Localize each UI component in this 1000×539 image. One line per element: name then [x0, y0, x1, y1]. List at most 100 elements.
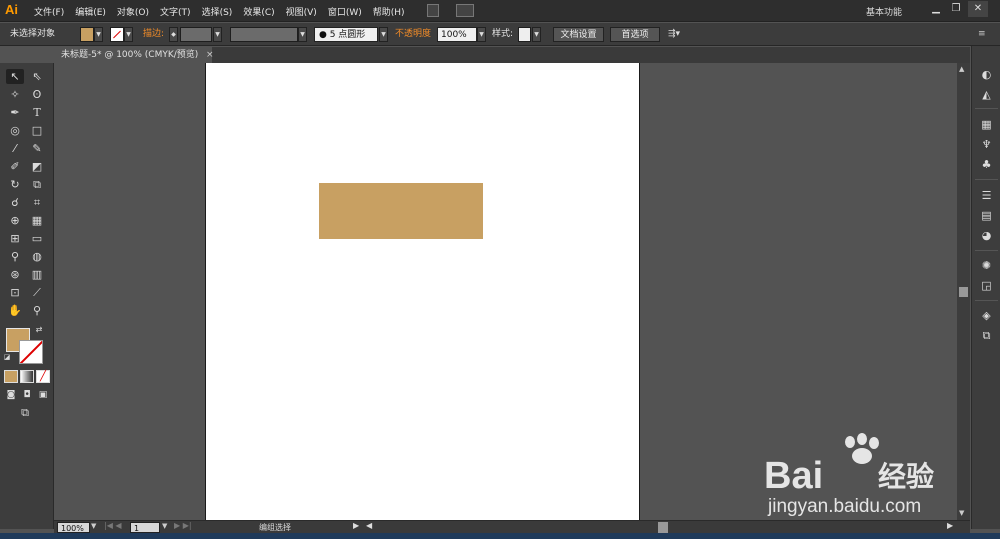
- horizontal-scroll-thumb[interactable]: [658, 522, 668, 533]
- zoom-tool-icon[interactable]: ⚲: [28, 303, 46, 318]
- restore-icon[interactable]: ❐: [946, 1, 966, 17]
- opacity-field[interactable]: 100%: [437, 27, 477, 42]
- color-guide-panel-icon[interactable]: ◭: [979, 87, 994, 102]
- scroll-down-icon[interactable]: ▼: [959, 509, 964, 517]
- menu-select[interactable]: 选择(S): [202, 5, 233, 18]
- stroke-label[interactable]: 描边:: [143, 27, 164, 42]
- close-icon[interactable]: ✕: [968, 1, 988, 17]
- opacity-dropdown-icon[interactable]: ▼: [477, 27, 486, 42]
- tab-close-icon[interactable]: ×: [206, 47, 214, 63]
- zoom-dropdown-icon[interactable]: ▼: [91, 522, 96, 530]
- color-panel-icon[interactable]: ◐: [979, 67, 994, 82]
- scroll-up-icon[interactable]: ▲: [959, 65, 964, 73]
- hand-tool-icon[interactable]: ✋: [6, 303, 24, 318]
- slice-tool-icon[interactable]: ⟋: [28, 285, 46, 300]
- pencil-tool-icon[interactable]: ✎: [28, 141, 46, 156]
- profile-dropdown-icon[interactable]: ▼: [298, 27, 307, 42]
- menu-file[interactable]: 文件(F): [34, 5, 64, 18]
- brush-dropdown-icon[interactable]: ▼: [379, 27, 388, 42]
- layers-panel-icon[interactable]: ◈: [979, 308, 994, 323]
- workspace-switcher[interactable]: 基本功能: [866, 5, 902, 18]
- menu-edit[interactable]: 编辑(E): [75, 5, 106, 18]
- draw-behind-icon[interactable]: ◘: [20, 388, 34, 401]
- vertical-scroll-thumb[interactable]: [959, 287, 968, 297]
- first-artboard-icon[interactable]: |◀ ◀: [104, 521, 122, 530]
- panel-menu-icon[interactable]: ≡: [978, 27, 992, 42]
- rectangle-tool-icon[interactable]: □: [28, 123, 46, 138]
- pasteboard[interactable]: [54, 63, 970, 520]
- vertical-scrollbar[interactable]: ▲ ▼: [957, 63, 970, 520]
- default-fill-stroke-icon[interactable]: ◪: [2, 352, 12, 362]
- opacity-label[interactable]: 不透明度: [395, 27, 431, 42]
- stroke-dropdown-icon[interactable]: ▼: [124, 27, 133, 42]
- blob-brush-tool-icon[interactable]: ✐: [6, 159, 24, 174]
- scroll-right-icon[interactable]: ▶: [947, 521, 953, 530]
- gradient-mode-icon[interactable]: [20, 370, 34, 383]
- gradient-tool-icon[interactable]: ▭: [28, 231, 46, 246]
- menu-object[interactable]: 对象(O): [117, 5, 149, 18]
- magic-wand-tool-icon[interactable]: ✧: [6, 87, 24, 102]
- preferences-button[interactable]: 首选项: [610, 27, 660, 42]
- menu-effect[interactable]: 效果(C): [243, 5, 274, 18]
- stroke-swatch[interactable]: [19, 340, 43, 364]
- artboard-tool-icon[interactable]: ⊡: [6, 285, 24, 300]
- rectangle-shape[interactable]: [319, 183, 483, 239]
- align-options-icon[interactable]: ⇶▾: [668, 27, 690, 42]
- symbols-panel-icon[interactable]: ♣: [979, 157, 994, 172]
- bridge-icon[interactable]: [427, 4, 439, 17]
- stroke-weight-field[interactable]: [180, 27, 212, 42]
- document-setup-button[interactable]: 文档设置: [553, 27, 604, 42]
- scroll-left-icon[interactable]: ◀: [366, 521, 372, 530]
- lasso-tool-icon[interactable]: ʘ: [28, 87, 46, 102]
- minimize-icon[interactable]: ▁: [926, 1, 946, 17]
- stroke-color-swatch[interactable]: [110, 27, 124, 42]
- blend-tool-icon[interactable]: ◍: [28, 249, 46, 264]
- document-tab[interactable]: 未标题-5* @ 100% (CMYK/预览): [54, 47, 212, 63]
- none-mode-icon[interactable]: ╱: [36, 370, 50, 383]
- transparency-panel-icon[interactable]: ◕: [979, 228, 994, 243]
- swatches-panel-icon[interactable]: ▦: [979, 117, 994, 132]
- scale-tool-icon[interactable]: ⧉: [28, 177, 46, 192]
- gradient-panel-icon[interactable]: ▤: [979, 208, 994, 223]
- artboard-dropdown-icon[interactable]: ▼: [162, 522, 167, 530]
- eyedropper-tool-icon[interactable]: ⚲: [6, 249, 24, 264]
- direct-selection-tool-icon[interactable]: ⇖: [28, 69, 46, 84]
- shape-builder-tool-icon[interactable]: ⊕: [6, 213, 24, 228]
- draw-inside-icon[interactable]: ▣: [36, 388, 50, 401]
- stroke-weight-dropdown-icon[interactable]: ▼: [213, 27, 222, 42]
- graphic-styles-panel-icon[interactable]: ◲: [979, 278, 994, 293]
- brushes-panel-icon[interactable]: ♆: [979, 137, 994, 152]
- variable-width-profile[interactable]: [230, 27, 298, 42]
- mesh-tool-icon[interactable]: ⊞: [6, 231, 24, 246]
- fill-dropdown-icon[interactable]: ▼: [94, 27, 103, 42]
- artboards-panel-icon[interactable]: ⧉: [979, 328, 994, 343]
- screen-mode-icon[interactable]: ⧉: [16, 405, 34, 420]
- perspective-grid-tool-icon[interactable]: ▦: [28, 213, 46, 228]
- symbol-sprayer-tool-icon[interactable]: ⊛: [6, 267, 24, 282]
- menu-window[interactable]: 窗口(W): [328, 5, 362, 18]
- stroke-panel-icon[interactable]: ☰: [979, 188, 994, 203]
- menu-type[interactable]: 文字(T): [160, 5, 191, 18]
- spiral-tool-icon[interactable]: ◎: [6, 123, 24, 138]
- zoom-field[interactable]: 100%: [57, 522, 90, 533]
- swap-fill-stroke-icon[interactable]: ⇄: [30, 322, 48, 337]
- pen-tool-icon[interactable]: ✒: [6, 105, 24, 120]
- color-mode-icon[interactable]: [4, 370, 18, 383]
- eraser-tool-icon[interactable]: ◩: [28, 159, 46, 174]
- next-artboard-icon[interactable]: ▶ ▶|: [174, 521, 192, 530]
- stroke-weight-stepper[interactable]: ◆: [169, 27, 178, 42]
- graphic-style-swatch[interactable]: [518, 27, 531, 42]
- menu-help[interactable]: 帮助(H): [373, 5, 405, 18]
- warp-tool-icon[interactable]: ☌: [6, 195, 24, 210]
- status-menu-icon[interactable]: ▶: [353, 521, 359, 530]
- free-transform-tool-icon[interactable]: ⌗: [28, 195, 46, 210]
- artboard[interactable]: [205, 63, 640, 520]
- style-dropdown-icon[interactable]: ▼: [532, 27, 541, 42]
- appearance-panel-icon[interactable]: ✺: [979, 258, 994, 273]
- type-tool-icon[interactable]: T: [28, 105, 46, 120]
- column-graph-tool-icon[interactable]: ▥: [28, 267, 46, 282]
- rotate-tool-icon[interactable]: ↻: [6, 177, 24, 192]
- arrange-documents-icon[interactable]: [456, 4, 474, 17]
- paintbrush-tool-icon[interactable]: ⁄: [6, 141, 24, 156]
- selection-tool-icon[interactable]: ↖: [6, 69, 24, 84]
